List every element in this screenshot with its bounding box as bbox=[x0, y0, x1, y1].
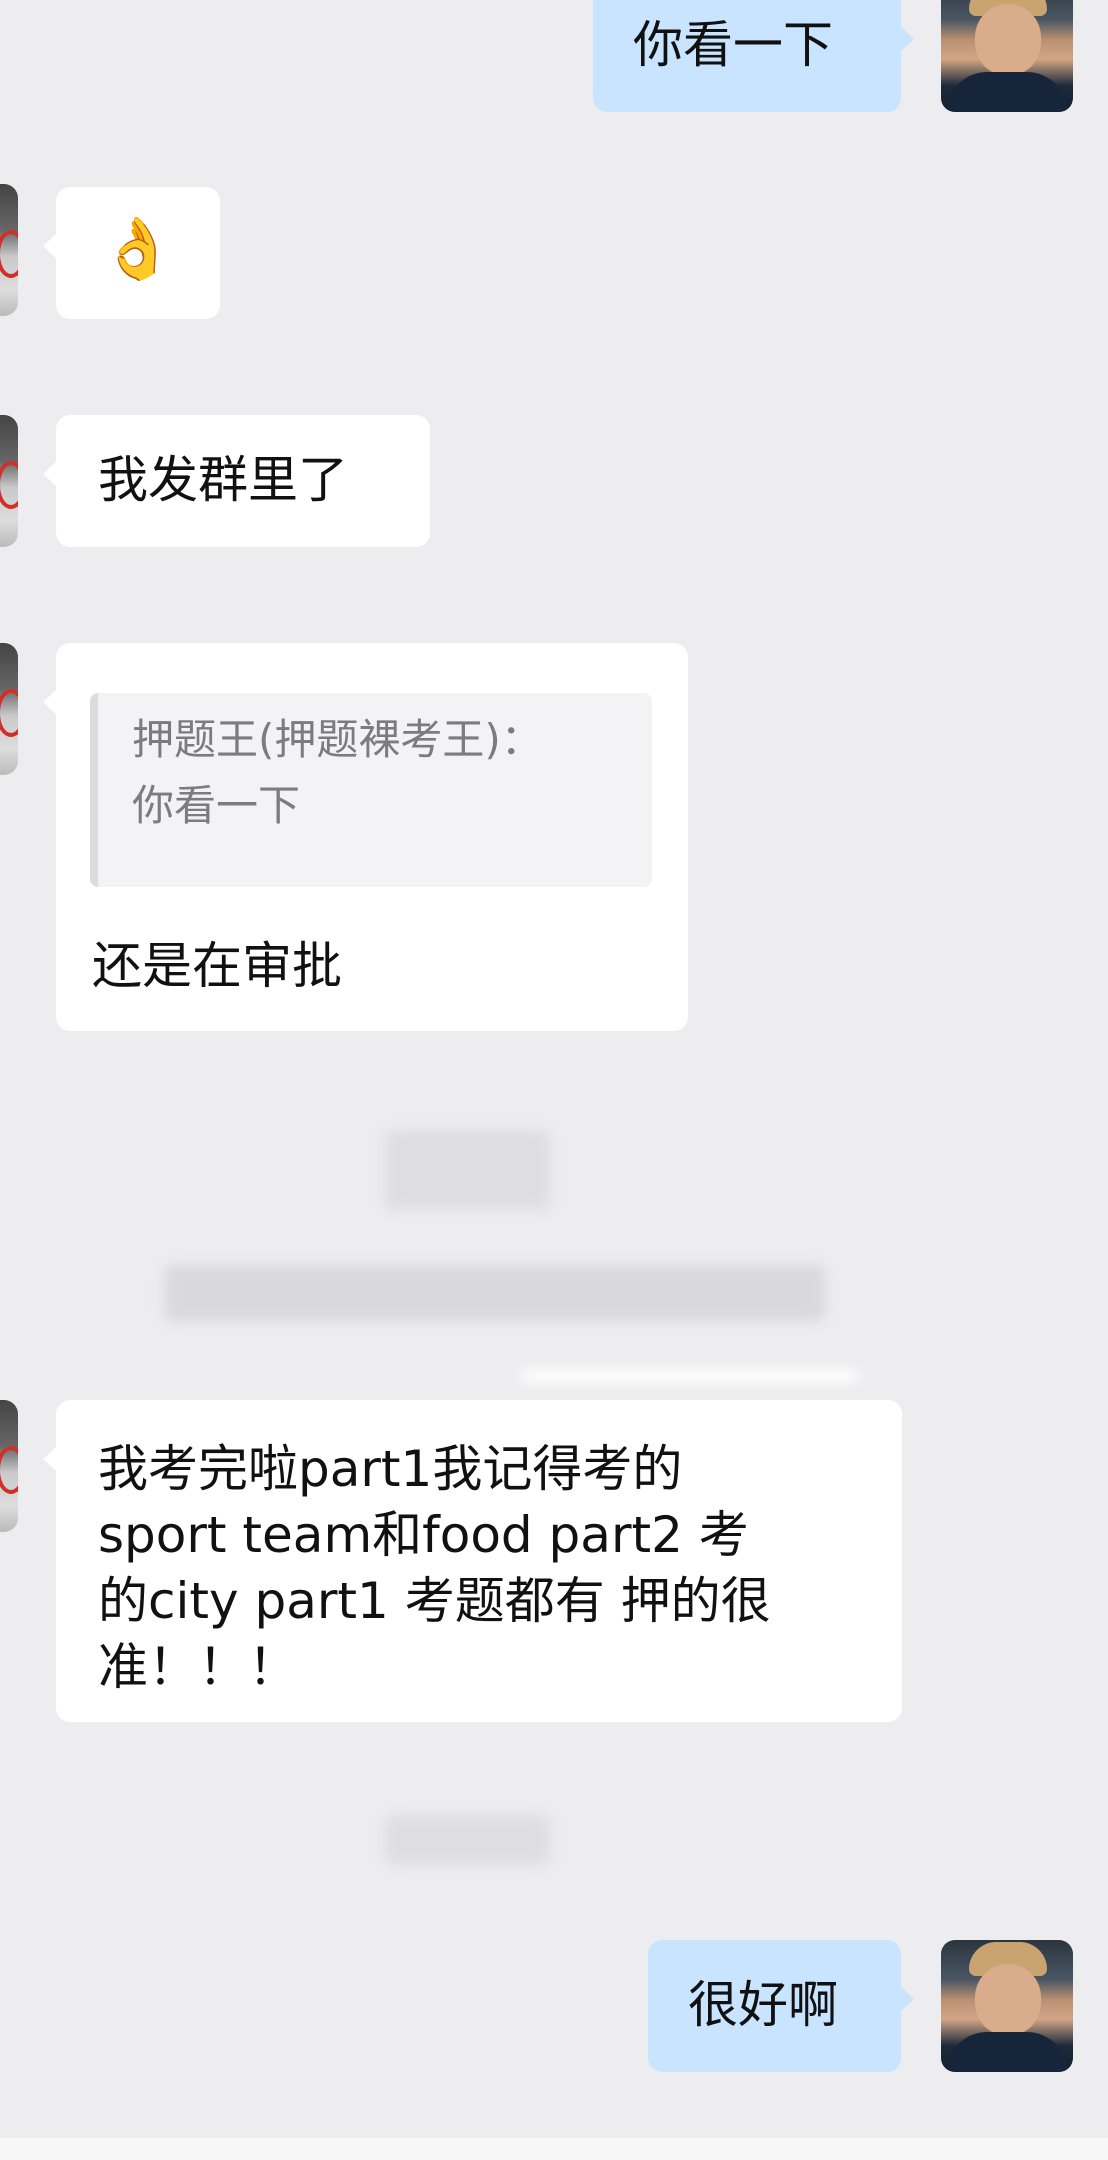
message-text: 你看一下 bbox=[633, 16, 833, 74]
message-text: 很好啊 bbox=[688, 1976, 838, 2034]
quoted-text: 你看一下 bbox=[132, 781, 301, 830]
incoming-message-bubble[interactable]: 我考完啦part1我记得考的 sport team和food part2 考 的… bbox=[43, 1400, 902, 1722]
incoming-message-bubble[interactable]: 我发群里了 bbox=[43, 415, 430, 547]
contact-avatar[interactable] bbox=[0, 415, 18, 547]
contact-avatar[interactable] bbox=[0, 643, 18, 775]
outgoing-message-bubble[interactable]: 很好啊 bbox=[648, 1940, 914, 2072]
redacted-block bbox=[520, 1370, 860, 1382]
contact-avatar[interactable] bbox=[0, 1400, 18, 1532]
contact-avatar[interactable] bbox=[0, 184, 18, 316]
redacted-block bbox=[385, 1815, 550, 1865]
message-line: 我考完啦part1我记得考的 bbox=[98, 1440, 683, 1498]
my-avatar[interactable] bbox=[941, 0, 1073, 112]
message-line: 准！！！ bbox=[98, 1638, 298, 1696]
quoted-message[interactable]: 押题王(押题裸考王)： 你看一下 bbox=[90, 693, 652, 887]
redacted-block bbox=[165, 1265, 825, 1321]
message-line: 的city part1 考题都有 押的很 bbox=[98, 1572, 771, 1630]
message-line: sport team和food part2 考 bbox=[98, 1506, 749, 1564]
redacted-block bbox=[385, 1130, 550, 1210]
quoted-author: 押题王(押题裸考王)： bbox=[132, 715, 543, 764]
incoming-reply-bubble[interactable]: 押题王(押题裸考王)： 你看一下 还是在审批 bbox=[43, 643, 688, 1031]
message-text: 还是在审批 bbox=[92, 937, 342, 995]
ok-hand-emoji: 👌 bbox=[100, 214, 175, 284]
outgoing-message-bubble[interactable]: 你看一下 bbox=[593, 0, 914, 112]
my-avatar[interactable] bbox=[941, 1940, 1073, 2072]
message-text: 我发群里了 bbox=[98, 451, 348, 509]
bottom-bar bbox=[0, 2138, 1108, 2160]
incoming-message-bubble[interactable]: 👌 bbox=[43, 187, 220, 319]
